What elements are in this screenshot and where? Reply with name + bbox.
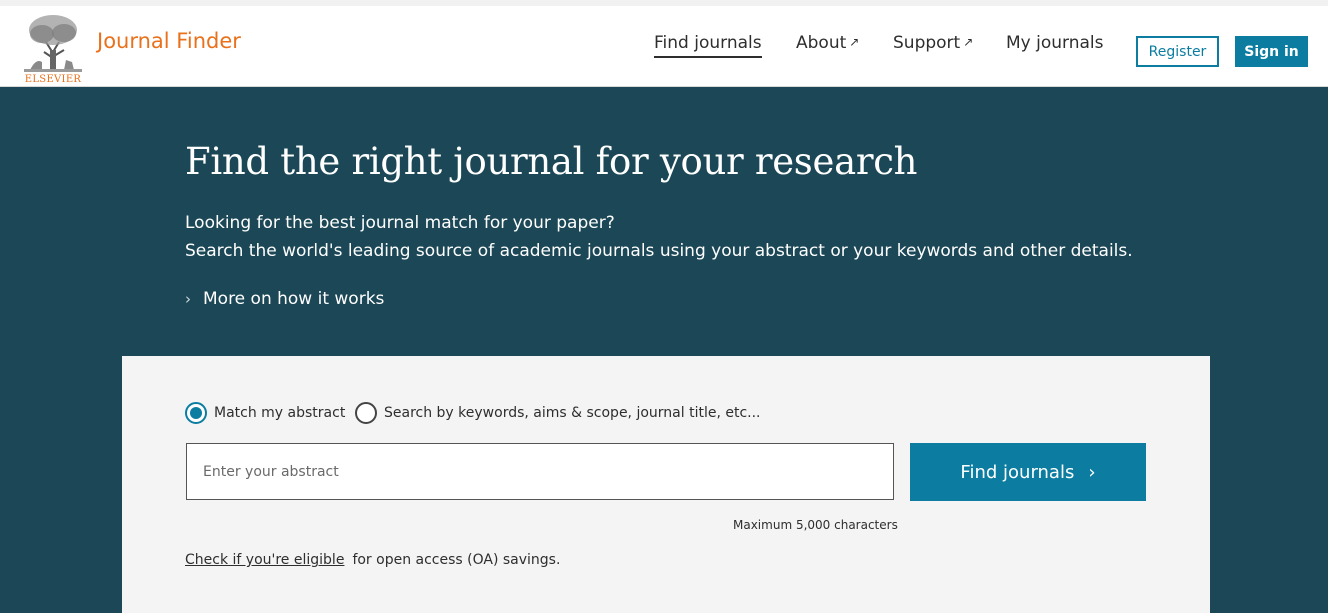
- nav-find-journals[interactable]: Find journals: [654, 33, 762, 58]
- radio-match-abstract[interactable]: Match my abstract: [185, 402, 345, 424]
- open-access-text: for open access (OA) savings.: [352, 552, 561, 568]
- nav-label: Find journals: [654, 33, 762, 53]
- register-button[interactable]: Register: [1136, 36, 1219, 67]
- open-access-line: Check if you're eligible for open access …: [185, 552, 560, 568]
- nav-my-journals[interactable]: My journals: [1006, 33, 1104, 53]
- nav-about[interactable]: About ↗: [796, 33, 859, 53]
- find-journals-label: Find journals: [960, 461, 1075, 483]
- sign-in-button[interactable]: Sign in: [1235, 36, 1308, 67]
- logo-wordmark: ELSEVIER: [24, 74, 82, 85]
- radio-checked-icon: [185, 402, 207, 424]
- external-link-icon: ↗: [849, 35, 860, 49]
- nav-label: Support: [893, 33, 961, 53]
- external-link-icon: ↗: [963, 35, 974, 49]
- hero-description-line: Search the world's leading source of aca…: [185, 241, 1133, 261]
- find-journals-button[interactable]: Find journals ›: [910, 443, 1146, 501]
- radio-label: Search by keywords, aims & scope, journa…: [384, 405, 761, 421]
- check-eligibility-link[interactable]: Check if you're eligible: [185, 552, 344, 568]
- hero-title: Find the right journal for your research: [185, 140, 918, 183]
- nav-label: About: [796, 33, 847, 53]
- nav-support[interactable]: Support ↗: [893, 33, 973, 53]
- more-link-label: More on how it works: [203, 289, 385, 309]
- radio-unchecked-icon: [355, 402, 377, 424]
- radio-search-keywords[interactable]: Search by keywords, aims & scope, journa…: [355, 402, 761, 424]
- abstract-input[interactable]: [186, 443, 894, 500]
- radio-label: Match my abstract: [214, 405, 346, 421]
- nav-label: My journals: [1006, 33, 1104, 53]
- tree-logo-icon: [24, 12, 82, 72]
- hero-intro-line: Looking for the best journal match for y…: [185, 213, 615, 233]
- more-on-how-it-works-link[interactable]: › More on how it works: [185, 289, 384, 309]
- radio-dot: [190, 407, 202, 419]
- top-navigation-bar: ELSEVIER Journal Finder Find journals Ab…: [0, 0, 1328, 87]
- max-characters-hint: Maximum 5,000 characters: [733, 518, 898, 532]
- elsevier-logo[interactable]: ELSEVIER: [22, 12, 84, 86]
- chevron-right-icon: ›: [1088, 461, 1096, 483]
- app-title[interactable]: Journal Finder: [97, 29, 241, 53]
- chevron-right-icon: ›: [185, 290, 191, 308]
